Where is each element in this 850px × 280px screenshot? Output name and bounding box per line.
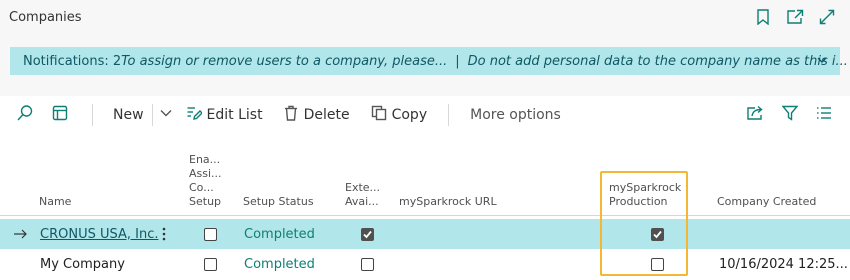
search-icon [16,104,34,126]
page-action-icons [754,8,836,26]
header-line: Setup [189,195,222,208]
more-options-button[interactable]: More options [449,96,561,134]
new-button-label: New [113,107,144,123]
company-name[interactable]: My Company [40,249,125,279]
grid-header: Name Ena... Assi... Co... Setup Setup St… [0,140,850,216]
table-row[interactable]: My Company Completed 10/16/2024 12:25... [0,249,850,279]
chevron-down-icon [159,106,173,124]
delete-label: Delete [303,107,350,123]
notification-message-2[interactable]: Do not add personal data to the company … [468,54,848,69]
new-dropdown-button[interactable] [153,96,173,134]
column-header-mysparkrock-url[interactable]: mySparkrock URL [399,195,497,209]
column-header-company-created[interactable]: Company Created [717,195,816,209]
setup-status-link[interactable]: Completed [244,249,315,279]
search-button[interactable] [0,96,34,134]
column-header-name[interactable]: Name [39,195,71,209]
edit-list-label: Edit List [206,107,263,123]
header-line: Assi... [189,167,222,180]
more-options-label: More options [470,107,561,123]
company-name-link[interactable]: CRONUS USA, Inc. [40,219,159,249]
view-layout-button[interactable] [34,96,68,134]
bookmark-icon[interactable] [754,8,772,26]
header-line: mySparkrock [609,181,682,194]
notification-bar[interactable]: Notifications: 2 To assign or remove use… [10,47,848,75]
edit-list-icon [186,105,203,125]
row-actions-icon[interactable] [162,219,166,249]
copy-label: Copy [391,107,428,123]
list-view-icon[interactable] [816,106,832,124]
header-line: Production [609,195,668,208]
table-row[interactable]: CRONUS USA, Inc. Completed [0,219,850,249]
assisted-setup-checkbox[interactable] [204,219,217,249]
notification-separator: | [455,53,460,69]
setup-status-link[interactable]: Completed [244,219,315,249]
column-header-external-available[interactable]: Exte... Avai... [345,181,380,209]
trash-icon [284,105,298,125]
header-line: Co... [189,181,214,194]
notification-count: Notifications: 2 [23,53,122,69]
column-header-mysparkrock-production[interactable]: mySparkrock Production [609,181,681,209]
notification-message-1[interactable]: To assign or remove users to a company, … [121,54,447,69]
share-icon[interactable] [746,105,764,125]
row-selected-arrow-icon [13,219,27,249]
header-line: Exte... [345,181,381,194]
layout-icon [52,105,68,125]
assisted-setup-checkbox[interactable] [204,249,217,279]
open-in-new-window-icon[interactable] [786,8,804,26]
action-bar: New Edit List Delete Copy More options [0,96,850,134]
right-toolbar-icons [746,96,850,134]
copy-icon [371,105,387,125]
header-line: Ena... [189,153,221,166]
column-header-assisted-setup[interactable]: Ena... Assi... Co... Setup [189,153,222,209]
delete-button[interactable]: Delete [263,96,350,134]
column-header-setup-status[interactable]: Setup Status [243,195,314,209]
new-button[interactable]: New [93,96,144,134]
external-available-checkbox[interactable] [361,249,374,279]
edit-list-button[interactable]: Edit List [173,96,263,134]
copy-button[interactable]: Copy [350,96,428,134]
filter-icon[interactable] [781,105,799,125]
expand-icon[interactable] [818,8,836,26]
external-available-checkbox[interactable] [361,219,374,249]
header-line: Avai... [345,195,379,208]
mysparkrock-production-checkbox[interactable] [651,219,664,249]
chevron-down-icon[interactable] [816,54,828,70]
mysparkrock-production-checkbox[interactable] [651,249,664,279]
company-created-date: 10/16/2024 12:25... [719,256,848,272]
page-title: Companies [9,10,82,25]
